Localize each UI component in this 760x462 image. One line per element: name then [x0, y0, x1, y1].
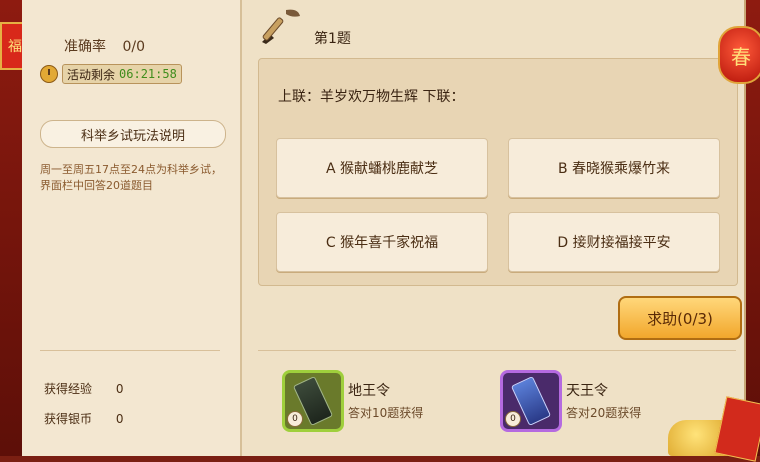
item-slot-tianwangling[interactable]: 0 — [500, 370, 562, 432]
item-quantity-badge: 0 — [287, 411, 303, 427]
reward-silver: 获得银币 0 — [44, 410, 123, 427]
timer-value: 06:21:58 — [119, 67, 177, 81]
item-name: 天王令 — [566, 383, 608, 399]
option-c-button[interactable]: C 猴年喜千家祝福 — [276, 212, 488, 272]
accuracy-display: 准确率 0/0 — [64, 36, 145, 56]
reward-exp: 获得经验 0 — [44, 380, 123, 397]
help-button[interactable]: 求助(0/3) — [618, 296, 742, 340]
timer-label: 活动剩余 — [67, 67, 116, 82]
item-quantity-badge: 0 — [505, 411, 521, 427]
option-d-button[interactable]: D 接财接福接平安 — [508, 212, 720, 272]
option-b-button[interactable]: B 春晓猴乘爆竹来 — [508, 138, 720, 198]
item-description: 答对10题获得 — [348, 406, 424, 420]
item-description: 答对20题获得 — [566, 406, 642, 420]
reward-silver-value: 0 — [115, 412, 124, 426]
rules-title-button[interactable]: 科举乡试玩法说明 — [40, 120, 226, 148]
option-a-button[interactable]: A 猴献蟠桃鹿献芝 — [276, 138, 488, 198]
lantern-icon: 春 — [718, 26, 760, 84]
rules-description: 周一至周五17点至24点为科举乡试，界面栏中回答20道题目 — [40, 163, 222, 192]
item-name: 地王令 — [348, 383, 390, 399]
brush-icon — [262, 9, 300, 44]
accuracy-label: 准确率 — [64, 39, 106, 55]
left-divider — [40, 350, 220, 351]
right-divider — [258, 350, 736, 351]
timer-box: 活动剩余 06:21:58 — [62, 64, 182, 84]
question-number: 第1题 — [314, 31, 351, 47]
reward-exp-value: 0 — [115, 382, 124, 396]
clock-icon — [40, 65, 58, 83]
activity-timer: 活动剩余 06:21:58 — [40, 64, 182, 84]
accuracy-value: 0/0 — [122, 39, 145, 55]
item-slot-diwangling[interactable]: 0 — [282, 370, 344, 432]
reward-silver-label: 获得银币 — [44, 412, 93, 426]
question-text: 上联：羊岁欢万物生辉 下联： — [278, 89, 465, 105]
reward-exp-label: 获得经验 — [44, 382, 93, 396]
